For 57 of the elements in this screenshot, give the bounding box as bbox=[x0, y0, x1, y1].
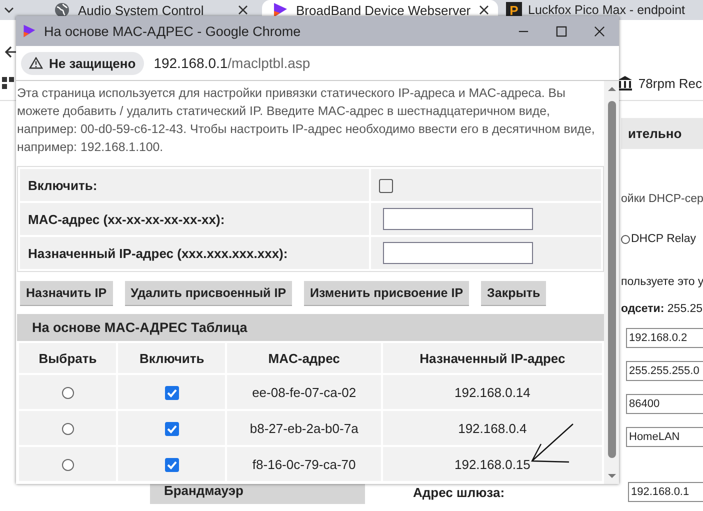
intro-paragraph: Эта страница используется для настройки привязки статического IP-адреса и MAC-адреса. Вы можете добавить / удалить статический IP. Введите MAC-адрес в шестнадцатеричном виде, например: 00-d0-59-c6-12-43. Чтобы настроить IP-адрес необходимо ввести его в десятичном виде, например: 192.168.1.100. bbox=[17, 85, 596, 156]
input-field[interactable]: 255.255.255.0 bbox=[626, 361, 703, 381]
apps-grid-icon[interactable] bbox=[2, 77, 14, 89]
checkbox[interactable] bbox=[164, 422, 179, 436]
radio-button[interactable] bbox=[621, 234, 630, 244]
scroll-up-icon[interactable] bbox=[606, 86, 616, 92]
subnet-label: одсети: bbox=[621, 303, 664, 315]
form-label: Включить: bbox=[20, 169, 369, 201]
action-button[interactable]: Закрыть bbox=[481, 281, 546, 306]
input-field[interactable]: HomeLAN bbox=[626, 427, 703, 447]
logo-icon bbox=[22, 24, 36, 38]
maximize-icon[interactable] bbox=[556, 26, 567, 36]
radio-label: DHCP Relay bbox=[631, 233, 696, 245]
table-cell: f8-16-0c-79-ca-70 bbox=[227, 447, 381, 481]
subnet-value: 255.25 bbox=[667, 303, 703, 315]
radio-button[interactable] bbox=[62, 387, 74, 400]
building-icon bbox=[617, 75, 634, 91]
table-title: На основе MAC-АДРЕС Таблица bbox=[17, 314, 604, 341]
input-field[interactable]: 86400 bbox=[626, 394, 703, 414]
column-header: Выбрать bbox=[19, 343, 116, 373]
table-cell: 192.168.0.14 bbox=[382, 375, 602, 409]
checkbox[interactable] bbox=[164, 458, 179, 472]
tab-list-icon[interactable] bbox=[4, 7, 14, 13]
close-icon[interactable] bbox=[478, 5, 489, 15]
form-label: Назначенный IP-адрес (xxx.xxx.xxx.xxx): bbox=[20, 237, 369, 269]
globe-icon bbox=[54, 2, 70, 18]
action-button[interactable]: Удалить присвоенный IP bbox=[124, 281, 292, 306]
input-field[interactable] bbox=[383, 242, 533, 264]
security-chip[interactable]: Не защищено bbox=[21, 52, 144, 74]
column-header: Включить bbox=[118, 343, 226, 373]
action-button[interactable]: Изменить присвоение IP bbox=[304, 281, 470, 306]
input-field[interactable]: 192.168.0.1 bbox=[628, 482, 703, 502]
table-cell: 192.168.0.15 bbox=[382, 447, 602, 481]
table-cell: 192.168.0.4 bbox=[382, 411, 602, 445]
checkbox[interactable] bbox=[379, 178, 393, 193]
close-icon[interactable] bbox=[594, 26, 605, 36]
window-title: На основе MAC-АДРЕС - Google Chrome bbox=[44, 24, 302, 38]
nav-tab[interactable]: ительно bbox=[621, 118, 703, 149]
scroll-down-icon[interactable] bbox=[606, 473, 616, 479]
section-text: ойки DHCP-сер bbox=[621, 193, 703, 205]
gateway-label: Адрес шлюза: bbox=[413, 484, 506, 500]
input-field[interactable] bbox=[383, 208, 533, 230]
url-text[interactable]: 192.168.0.1/maclptbl.asp bbox=[154, 55, 310, 71]
bookmark[interactable]: 78rpm Rec bbox=[617, 75, 702, 91]
column-header: MAC-адрес bbox=[227, 343, 381, 373]
radio-button[interactable] bbox=[62, 423, 74, 436]
close-icon[interactable] bbox=[238, 5, 248, 15]
warning-icon bbox=[29, 57, 43, 69]
checkbox[interactable] bbox=[164, 386, 179, 400]
action-button[interactable]: Назначить IP bbox=[20, 281, 113, 306]
form-label: MAC-адрес (xx-xx-xx-xx-xx-xx): bbox=[20, 203, 369, 235]
column-header: Назначенный IP-адрес bbox=[382, 343, 602, 373]
radio-button[interactable] bbox=[62, 459, 74, 472]
table-cell: ee-08-fe-07-ca-02 bbox=[227, 375, 381, 409]
scrollbar-thumb[interactable] bbox=[608, 101, 616, 458]
table-cell: b8-27-eb-2a-b0-7a bbox=[227, 411, 381, 445]
input-field[interactable]: 192.168.0.2 bbox=[626, 328, 703, 348]
